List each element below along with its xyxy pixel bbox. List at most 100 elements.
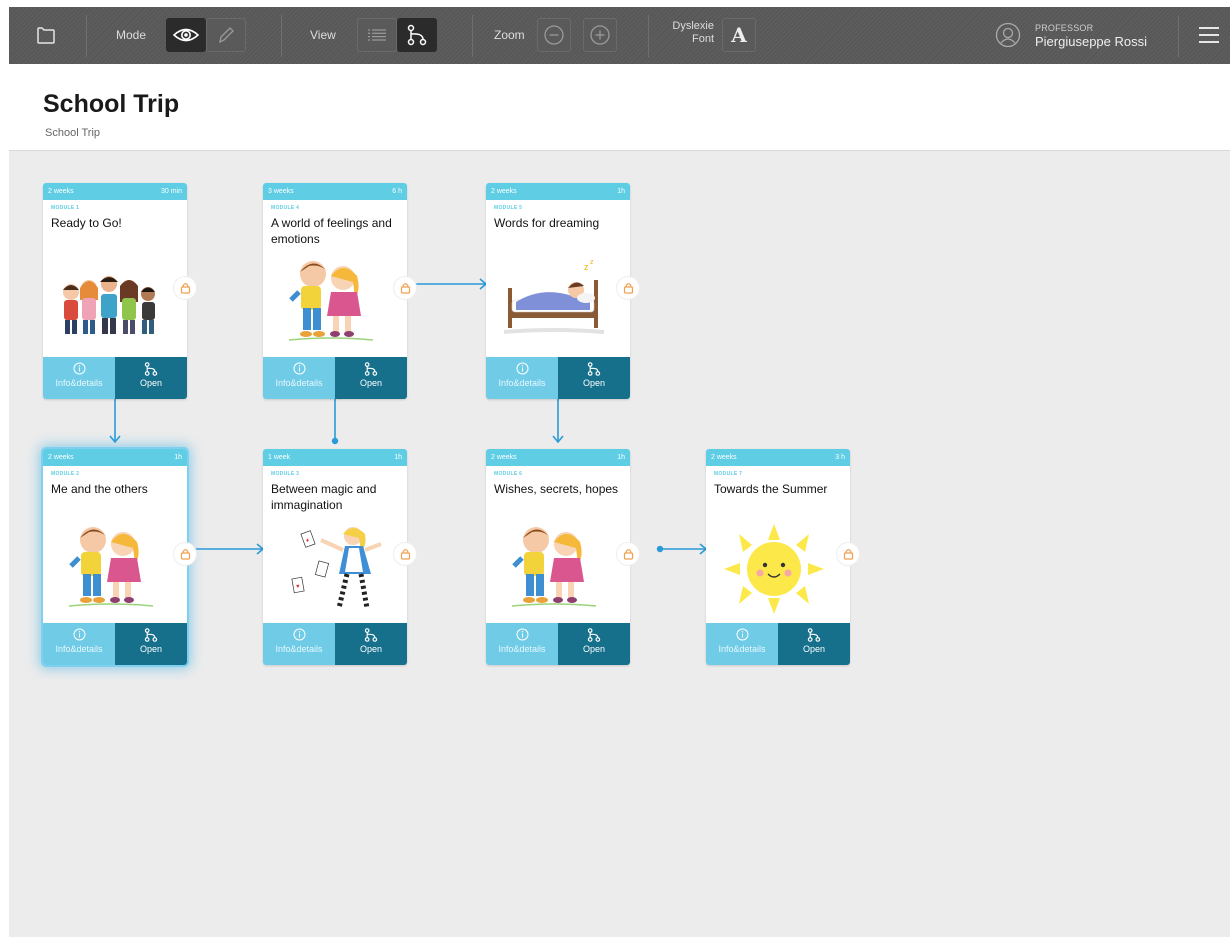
module-number: MODULE 2 xyxy=(51,471,80,477)
svg-text:z: z xyxy=(584,262,589,272)
info-details-button[interactable]: Info&details xyxy=(706,623,778,665)
app-frame: Mode View Zoom Dyslexie Font A PROFESSOR… xyxy=(9,7,1230,937)
list-view-button[interactable] xyxy=(357,18,397,52)
profile-role: PROFESSOR xyxy=(1035,23,1094,33)
list-icon xyxy=(368,29,386,41)
map-view-button[interactable] xyxy=(397,18,437,52)
open-button[interactable]: Open xyxy=(778,623,850,665)
zoom-label: Zoom xyxy=(494,28,525,42)
module-number: MODULE 1 xyxy=(51,205,80,211)
open-button[interactable]: Open xyxy=(558,357,630,399)
card-header: 2 weeks 1h xyxy=(43,449,187,466)
info-details-button[interactable]: Info&details xyxy=(486,357,558,399)
map-icon xyxy=(335,362,407,378)
module-title: Between magic and immagination xyxy=(271,482,377,512)
folder-icon[interactable] xyxy=(33,18,59,52)
lock-icon[interactable] xyxy=(616,276,640,300)
open-button[interactable]: Open xyxy=(335,623,407,665)
info-icon xyxy=(486,362,558,378)
info-details-button[interactable]: Info&details xyxy=(43,357,115,399)
module-title: Me and the others xyxy=(51,482,148,496)
info-icon xyxy=(486,628,558,644)
svg-text:♥: ♥ xyxy=(296,584,300,590)
card-header: 2 weeks 30 min xyxy=(43,183,187,200)
card-header: 2 weeks 3 h xyxy=(706,449,850,466)
module-card[interactable]: 3 weeks 6 h MODULE 4 A world of feelings … xyxy=(263,183,417,399)
info-details-button[interactable]: Info&details xyxy=(486,623,558,665)
module-title: Towards the Summer xyxy=(714,482,828,496)
lock-icon[interactable] xyxy=(173,276,197,300)
info-details-button[interactable]: Info&details xyxy=(263,623,335,665)
kids-kiss-illustration xyxy=(68,527,154,607)
module-title: Wishes, secrets, hopes xyxy=(494,482,619,496)
module-title: A world of feelings and emotions xyxy=(271,216,392,246)
lock-icon[interactable] xyxy=(836,542,860,566)
info-icon xyxy=(43,628,115,644)
kids-kiss-illustration xyxy=(511,527,597,607)
view-mode-button[interactable] xyxy=(166,18,206,52)
learning-path-map: 2 weeks 30 min MODULE 1 Ready to Go! Info… xyxy=(9,151,1230,937)
info-details-button[interactable]: Info&details xyxy=(263,357,335,399)
module-number: MODULE 5 xyxy=(494,205,523,211)
info-icon xyxy=(43,362,115,378)
module-number: MODULE 3 xyxy=(271,471,300,477)
map-icon xyxy=(335,628,407,644)
svg-text:z: z xyxy=(590,259,594,266)
pencil-icon xyxy=(219,27,234,44)
dyslexia-font-button[interactable]: A xyxy=(722,18,756,52)
sun-illustration xyxy=(724,524,824,614)
page-header: School Trip School Trip xyxy=(9,64,1230,151)
module-number: MODULE 4 xyxy=(271,205,300,211)
info-icon xyxy=(263,628,335,644)
module-card[interactable]: 2 weeks 1h MODULE 5 Words for dreaming zz xyxy=(486,183,640,399)
mode-label: Mode xyxy=(116,28,147,42)
zoom-in-icon xyxy=(590,25,610,45)
menu-icon[interactable] xyxy=(1197,18,1221,52)
lock-icon[interactable] xyxy=(616,542,640,566)
map-icon xyxy=(778,628,850,644)
info-details-button[interactable]: Info&details xyxy=(43,623,115,665)
alice-illustration: ♥♦ xyxy=(291,527,382,609)
sleeping-child-illustration: zz xyxy=(503,259,605,334)
map-icon xyxy=(558,362,630,378)
module-number: MODULE 6 xyxy=(494,471,523,477)
page-title: School Trip xyxy=(43,90,180,118)
eye-icon xyxy=(173,28,199,42)
module-card[interactable]: 2 weeks3 h MODULE 7 Towards the Summer xyxy=(706,449,860,665)
card-header: 1 week 1h xyxy=(263,449,407,466)
module-title: Ready to Go! xyxy=(51,216,122,230)
lock-icon[interactable] xyxy=(393,276,417,300)
lock-icon[interactable] xyxy=(173,542,197,566)
module-number: MODULE 7 xyxy=(714,471,743,477)
user-icon[interactable] xyxy=(994,18,1022,52)
map-icon xyxy=(115,628,187,644)
module-title: Words for dreaming xyxy=(494,216,600,230)
kids-kiss-illustration xyxy=(288,261,374,341)
card-header: 2 weeks 1h xyxy=(486,449,630,466)
zoom-out-button[interactable] xyxy=(537,18,571,52)
toolbar: Mode View Zoom Dyslexie Font A PROFESSOR… xyxy=(9,7,1230,64)
svg-text:♦: ♦ xyxy=(306,538,309,544)
card-header: 3 weeks 6 h xyxy=(263,183,407,200)
lock-icon[interactable] xyxy=(393,542,417,566)
module-card-selected[interactable]: 2 weeks 1h MODULE 2 Me and the others Inf… xyxy=(43,449,197,665)
open-button[interactable]: Open xyxy=(558,623,630,665)
module-card[interactable]: 1 week 1h MODULE 3 Between magic and imma… xyxy=(263,449,417,665)
open-button[interactable]: Open xyxy=(115,623,187,665)
view-label: View xyxy=(310,28,336,42)
dyslexia-font-label: Dyslexie Font xyxy=(672,20,714,45)
map-icon xyxy=(407,24,427,46)
card-header: 2 weeks 1h xyxy=(486,183,630,200)
module-card[interactable]: 2 weeks 1h MODULE 6 Wishes, secrets, hope… xyxy=(486,449,640,665)
zoom-in-button[interactable] xyxy=(583,18,617,52)
open-button[interactable]: Open xyxy=(335,357,407,399)
module-card[interactable]: 2 weeks 30 min MODULE 1 Ready to Go! Info… xyxy=(43,183,197,399)
zoom-out-icon xyxy=(544,25,564,45)
edit-mode-button[interactable] xyxy=(206,18,246,52)
breadcrumb[interactable]: School Trip xyxy=(45,127,100,139)
info-icon xyxy=(706,628,778,644)
profile-name[interactable]: Piergiuseppe Rossi xyxy=(1035,34,1147,49)
open-button[interactable]: Open xyxy=(115,357,187,399)
children-group-illustration xyxy=(63,276,155,334)
map-icon xyxy=(558,628,630,644)
